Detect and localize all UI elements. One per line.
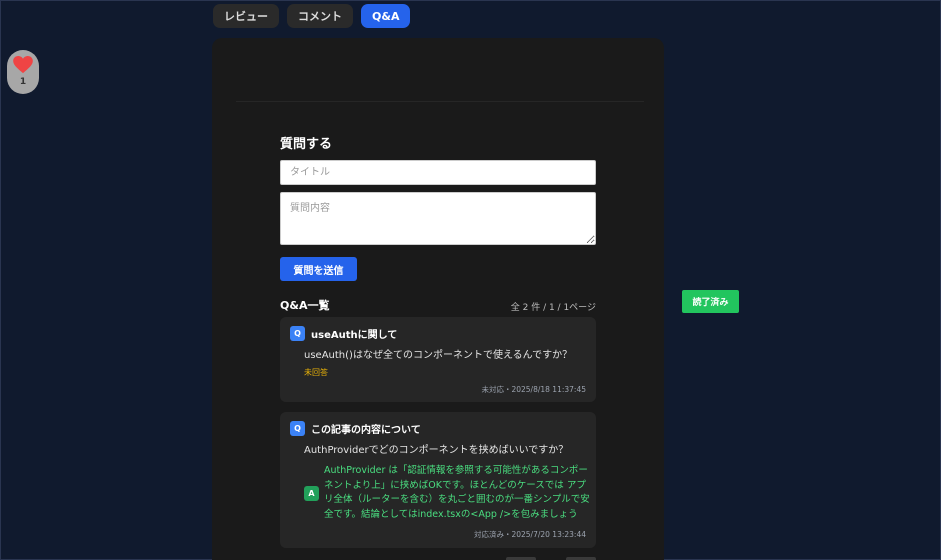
- question-meta: 対応済み・2025/7/20 13:23:44: [473, 530, 586, 539]
- question-meta: 未対応・2025/8/18 11:37:45: [481, 385, 586, 394]
- heart-icon: [13, 56, 33, 74]
- tab-reviews[interactable]: レビュー: [213, 4, 279, 28]
- divider: [236, 101, 644, 102]
- question-title-input[interactable]: [280, 160, 596, 185]
- question-body-input[interactable]: [280, 192, 596, 245]
- like-count: 1: [19, 77, 27, 87]
- answer-badge: A: [304, 486, 319, 501]
- submit-question-button[interactable]: 質問を送信: [280, 257, 357, 281]
- question-title: useAuthに関して: [311, 330, 398, 341]
- question-body: AuthProviderでどのコンポーネントを挟めばいいですか？: [304, 445, 569, 456]
- mark-complete-button[interactable]: 読了済み: [682, 290, 739, 313]
- pagination-info: 全 2 件 / 1 / 1ページ: [510, 303, 596, 313]
- status-badge: 未回答: [304, 368, 328, 377]
- qa-card: Q この記事の内容について AuthProviderでどのコンポーネントを挟めば…: [280, 412, 596, 548]
- question-badge: Q: [290, 326, 305, 341]
- question-body: useAuth()はなぜ全てのコンポーネントで使えるんですか？: [304, 350, 573, 361]
- tab-comments[interactable]: コメント: [287, 4, 353, 28]
- like-button[interactable]: 1: [7, 50, 39, 94]
- question-header: Q useAuthに関して: [290, 326, 397, 341]
- question-title: この記事の内容について: [311, 425, 421, 436]
- tab-bar: レビュー コメント Q&A: [213, 4, 411, 28]
- tab-qa[interactable]: Q&A: [361, 4, 411, 28]
- question-badge: Q: [290, 421, 305, 436]
- qa-list-heading: Q&A一覧: [280, 299, 330, 312]
- qa-card: Q useAuthに関して useAuth()はなぜ全てのコンポーネントで使える…: [280, 317, 596, 402]
- answer-text: AuthProvider は「認証情報を参照する可能性があるコンポーネントより上…: [324, 465, 590, 520]
- question-form-heading: 質問する: [280, 137, 333, 152]
- question-header: Q この記事の内容について: [290, 421, 421, 436]
